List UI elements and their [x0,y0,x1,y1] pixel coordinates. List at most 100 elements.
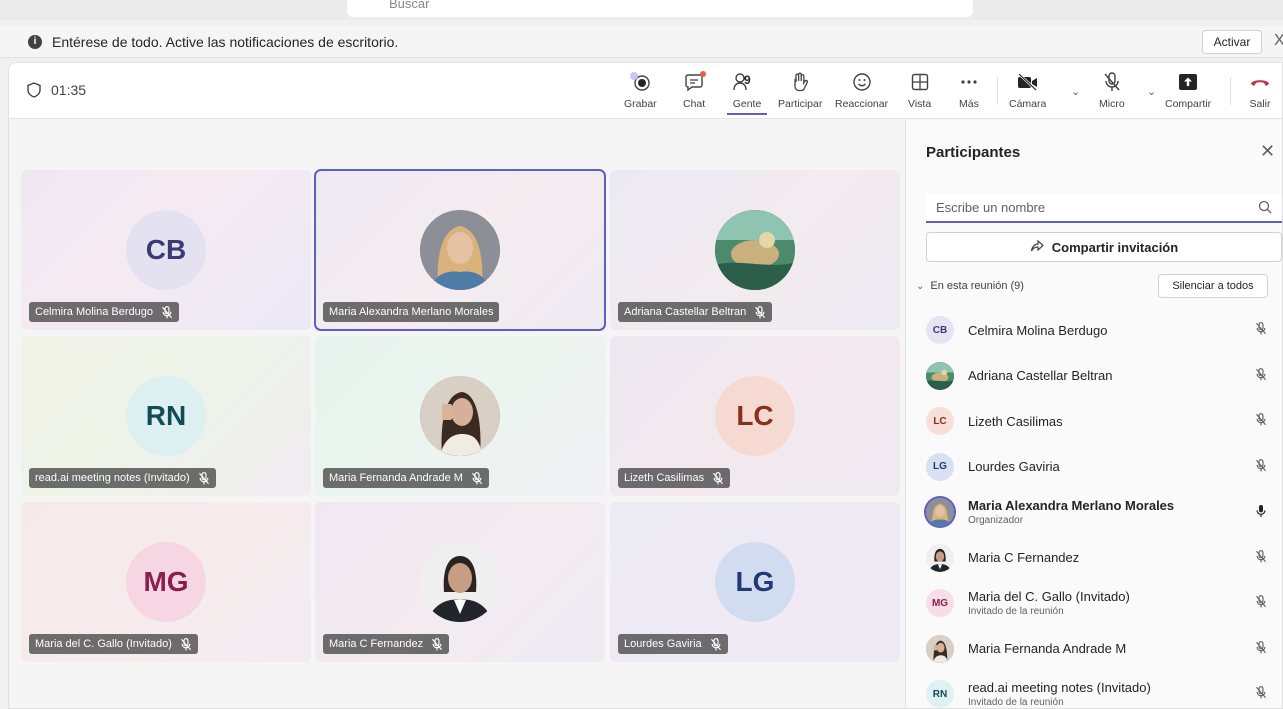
participant-name-label: Adriana Castellar Beltran [618,302,773,322]
activate-notifications-button[interactable]: Activar [1202,30,1262,54]
share-invitation-button[interactable]: Compartir invitación [926,232,1282,262]
mic-off-indicator [710,637,722,651]
participant-name: Adriana Castellar Beltran [624,306,747,318]
participant-info: read.ai meeting notes (Invitado) Invitado… [968,680,1151,708]
participant-info: Lourdes Gaviria [968,459,1060,474]
participant-row[interactable]: Adriana Castellar Beltran [926,355,1281,397]
mic-off-indicator [754,305,766,319]
video-tile[interactable]: CB Celmira Molina Berdugo [21,170,311,330]
avatar: LG [715,542,795,622]
record-icon [630,72,651,91]
leave-button[interactable]: Salir [1249,69,1271,115]
camera-button[interactable]: Cámara [1009,69,1046,115]
camera-off-icon [1017,73,1037,91]
participant-name-label: Celmira Molina Berdugo [29,302,179,322]
avatar: RN [926,680,954,708]
toolbar-divider [997,77,998,105]
participant-name: Lizeth Casilimas [624,472,705,484]
mic-off-indicator [1255,595,1267,613]
participant-row[interactable]: LC Lizeth Casilimas [926,400,1281,442]
video-tile[interactable]: LG Lourdes Gaviria [610,502,900,662]
participant-info: Celmira Molina Berdugo [968,323,1107,338]
avatar: CB [926,316,954,344]
camera-options-chevron-icon[interactable]: ⌄ [1071,85,1080,98]
avatar [715,210,795,290]
mic-options-chevron-icon[interactable]: ⌄ [1147,85,1156,98]
search-placeholder: Escribe un nombre [936,199,1046,215]
info-icon: i [28,34,42,49]
hand-icon [794,72,809,92]
global-search-input[interactable]: Buscar [347,0,973,17]
people-count: 9 [744,73,751,87]
grid-view-icon [911,73,928,91]
meeting-window: 01:35 Grabar Chat 9 Gente Participar Rea… [8,62,1283,709]
participant-info: Maria C Fernandez [968,550,1079,565]
participant-info: Maria del C. Gallo (Invitado) Invitado de… [968,589,1130,617]
close-banner-icon[interactable]: X [1274,32,1283,50]
mic-off-icon [180,637,191,650]
video-tile[interactable]: Maria C Fernandez [315,502,605,662]
timer-text: 01:35 [51,82,87,98]
record-button[interactable]: Grabar [624,69,657,115]
people-button[interactable]: 9 Gente [727,69,767,115]
react-button[interactable]: Reaccionar [835,69,888,115]
participant-row[interactable]: CB Celmira Molina Berdugo [926,309,1281,351]
meeting-timer: 01:35 [27,82,86,98]
share-button[interactable]: Compartir [1165,69,1211,115]
mic-off-icon [1256,367,1266,380]
view-button[interactable]: Vista [908,69,931,115]
raise-hand-button[interactable]: Participar [778,69,822,115]
avatar [926,543,954,572]
mic-off-indicator [180,637,192,651]
participant-name: Maria Alexandra Merlano Morales [968,498,1175,513]
mic-button[interactable]: Micro [1099,69,1125,115]
participant-row[interactable]: Maria Fernanda Andrade M [926,628,1281,670]
video-tile[interactable]: Maria Alexandra Merlano Morales [314,169,606,331]
mic-off-icon [432,637,443,650]
video-tile[interactable]: Maria Fernanda Andrade M [315,336,605,496]
mute-all-button[interactable]: Silenciar a todos [1158,274,1268,298]
mic-off-indicator [1255,458,1267,477]
smiley-icon [852,73,871,91]
participant-name: Maria C Fernandez [329,638,424,650]
mic-off-icon [162,305,172,318]
video-tile[interactable]: LC Lizeth Casilimas [610,336,900,496]
participant-name-label: Lourdes Gaviria [618,634,728,654]
mic-off-icon [1256,595,1266,608]
avatar [926,634,954,663]
avatar [420,542,500,622]
notification-banner: i Entérese de todo. Active las notificac… [0,26,1283,58]
section-toggle[interactable]: ⌄ En esta reunión (9) [916,280,1024,292]
participant-name: Lizeth Casilimas [968,413,1063,429]
mic-off-indicator [431,637,443,651]
mic-off-indicator [1255,686,1267,704]
more-button[interactable]: Más [959,69,979,115]
participant-name: Maria del C. Gallo (Invitado) [968,589,1130,604]
mic-off-indicator [1255,367,1267,386]
close-panel-icon[interactable]: ✕ [1260,141,1275,162]
mic-off-indicator [712,471,724,485]
avatar: MG [926,589,954,617]
video-stage: CB Celmira Molina Berdugo Maria Alexandra … [9,120,904,708]
participant-row[interactable]: Maria Alexandra Merlano Morales Organizad… [926,491,1281,533]
meeting-toolbar: 01:35 Grabar Chat 9 Gente Participar Rea… [9,63,1282,119]
participant-row[interactable]: RN read.ai meeting notes (Invitado) Invita… [926,673,1281,708]
video-tile[interactable]: Adriana Castellar Beltran [610,170,900,330]
avatar: LC [926,407,954,435]
participant-info: Adriana Castellar Beltran [968,368,1113,383]
video-tile[interactable]: MG Maria del C. Gallo (Invitado) [21,502,311,662]
video-tile[interactable]: RN read.ai meeting notes (Invitado) [21,336,311,496]
avatar [926,361,954,390]
participant-row[interactable]: MG Maria del C. Gallo (Invitado) Invitado … [926,582,1281,624]
participant-role: Invitado de la reunión [968,697,1064,708]
participant-info: Lizeth Casilimas [968,414,1063,429]
mic-off-icon [198,471,209,484]
mic-off-icon [710,637,721,650]
participant-search-input[interactable]: Escribe un nombre [926,193,1282,223]
participant-row[interactable]: LG Lourdes Gaviria [926,446,1281,488]
participant-row[interactable]: Maria C Fernandez [926,537,1281,579]
mic-on-indicator [1255,504,1267,523]
avatar: LC [715,376,795,456]
mic-off-indicator [471,471,483,485]
chat-button[interactable]: Chat [683,69,707,115]
